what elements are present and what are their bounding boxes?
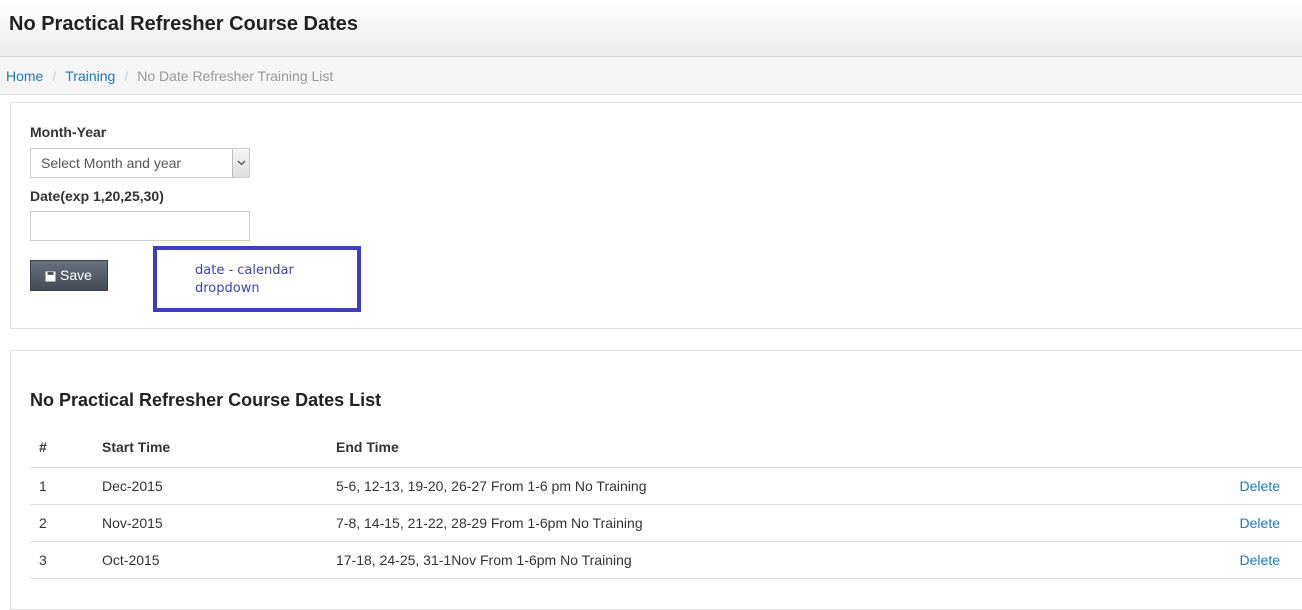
form-panel: Month-Year Select Month and year Date(ex… <box>10 102 1302 329</box>
column-header: # <box>30 428 93 468</box>
chevron-down-icon <box>237 160 246 166</box>
delete-link[interactable]: Delete <box>1240 552 1280 568</box>
table-row: 1 Dec-2015 5-6, 12-13, 19-20, 26-27 From… <box>30 467 1302 505</box>
save-button-label: Save <box>60 267 92 283</box>
breadcrumb-current: No Date Refresher Training List <box>137 68 334 84</box>
breadcrumb: Home / Training / No Date Refresher Training… <box>0 57 1302 95</box>
breadcrumb-separator: / <box>52 68 57 84</box>
table-row: 2 Nov-2015 7-8, 14-15, 21-22, 28-29 From… <box>30 504 1302 542</box>
breadcrumb-home-link[interactable]: Home <box>6 68 43 84</box>
annotation-box: date - calendar dropdown <box>153 246 361 312</box>
breadcrumb-separator: / <box>124 68 129 84</box>
column-header: End Time <box>327 428 1107 468</box>
column-header <box>1107 428 1302 468</box>
month-year-label: Month-Year <box>30 124 107 140</box>
row-number: 1 <box>30 467 93 505</box>
delete-link[interactable]: Delete <box>1240 478 1280 494</box>
row-number: 3 <box>30 541 93 579</box>
delete-link[interactable]: Delete <box>1240 515 1280 531</box>
list-panel: No Practical Refresher Course Dates List… <box>10 350 1302 610</box>
annotation-text: date - calendar dropdown <box>195 263 294 296</box>
course-dates-table: # Start Time End Time 1 Dec-2015 5-6, 12… <box>30 428 1302 579</box>
list-title: No Practical Refresher Course Dates List <box>30 390 382 410</box>
page-header: No Practical Refresher Course Dates <box>0 0 1302 57</box>
month-year-select[interactable]: Select Month and year <box>30 148 250 178</box>
month-year-select-value: Select Month and year <box>41 155 182 171</box>
row-end-time: 7-8, 14-15, 21-22, 28-29 From 1-6pm No T… <box>327 504 1107 542</box>
row-start-time: Oct-2015 <box>93 541 327 579</box>
floppy-disk-icon <box>45 271 56 282</box>
page-title: No Practical Refresher Course Dates <box>9 13 359 35</box>
row-start-time: Nov-2015 <box>93 504 327 542</box>
row-end-time: 17-18, 24-25, 31-1Nov From 1-6pm No Trai… <box>327 541 1107 579</box>
column-header: Start Time <box>93 428 327 468</box>
date-input[interactable] <box>30 211 250 241</box>
date-label: Date(exp 1,20,25,30) <box>30 188 164 204</box>
row-start-time: Dec-2015 <box>93 467 327 505</box>
save-button[interactable]: Save <box>30 260 108 291</box>
row-number: 2 <box>30 504 93 542</box>
select-arrow[interactable] <box>232 149 249 177</box>
breadcrumb-training-link[interactable]: Training <box>65 68 115 84</box>
table-row: 3 Oct-2015 17-18, 24-25, 31-1Nov From 1-… <box>30 541 1302 579</box>
table-header-row: # Start Time End Time <box>30 428 1302 468</box>
row-end-time: 5-6, 12-13, 19-20, 26-27 From 1-6 pm No … <box>327 467 1107 505</box>
